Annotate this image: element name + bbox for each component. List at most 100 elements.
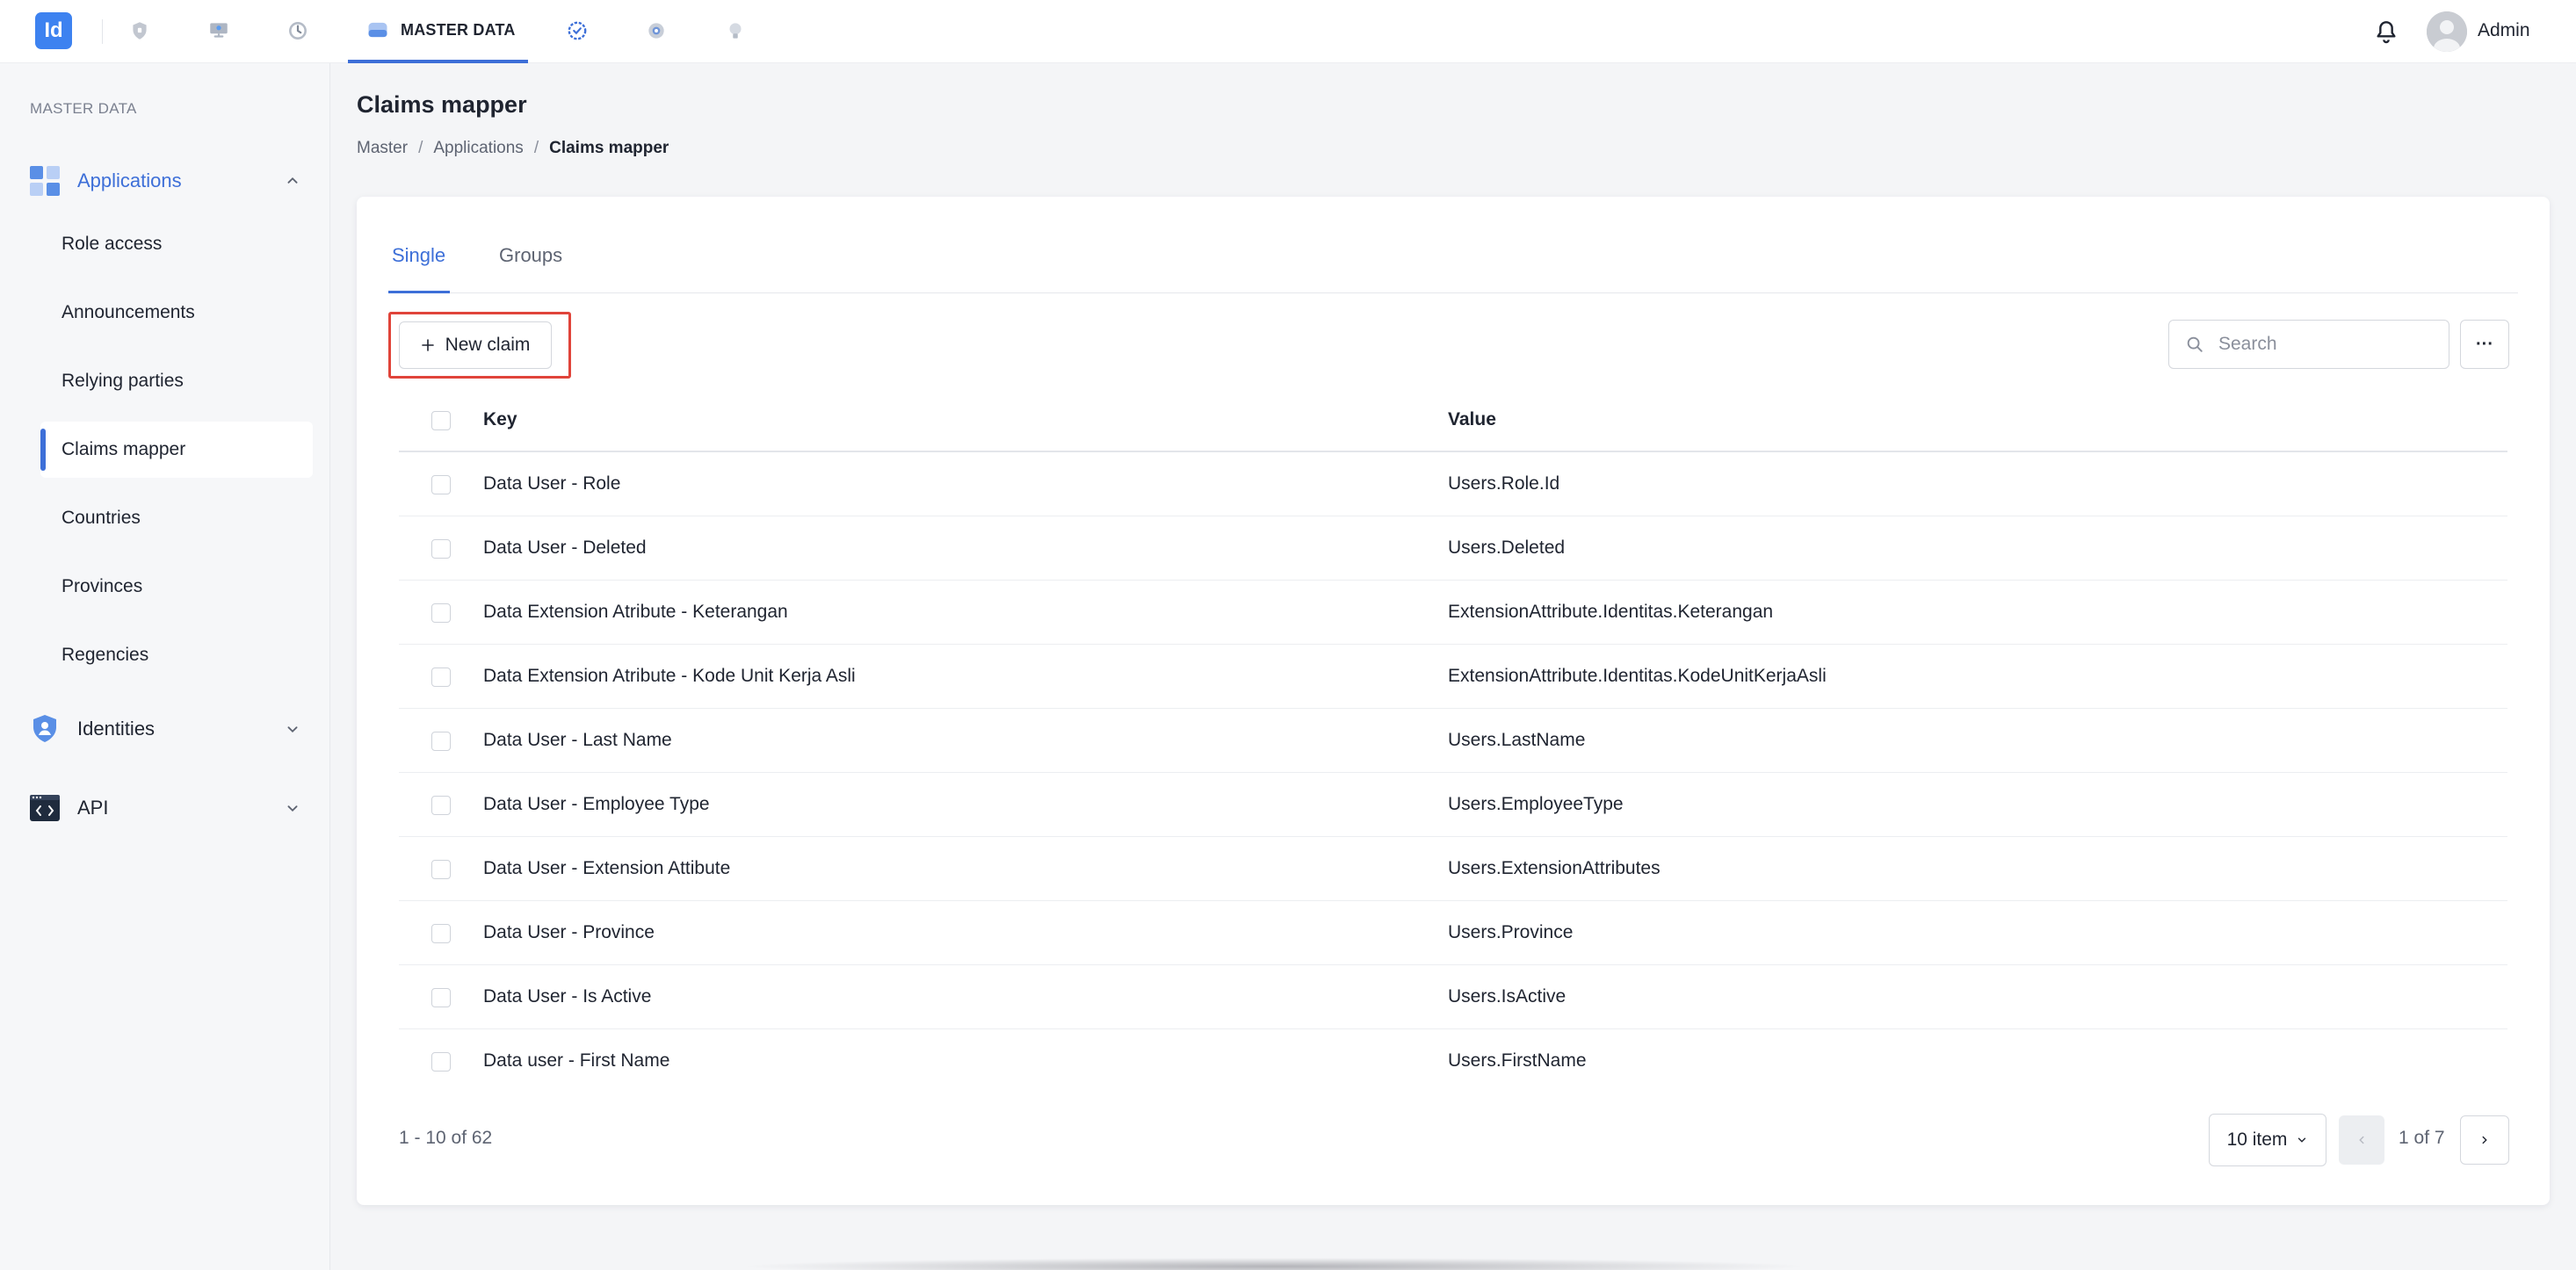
column-header-key[interactable]: Key bbox=[483, 409, 517, 430]
chevron-down-icon bbox=[2298, 1137, 2306, 1143]
row-checkbox[interactable] bbox=[431, 796, 451, 815]
page-title: Claims mapper bbox=[357, 91, 527, 118]
table-row[interactable]: Data User - Is Active Users.IsActive bbox=[399, 965, 2507, 1029]
new-claim-button[interactable]: New claim bbox=[399, 321, 552, 369]
sidebar-group-label: Applications bbox=[77, 170, 182, 191]
plus-icon bbox=[421, 339, 434, 351]
table-row[interactable]: Data User - Employee Type Users.Employee… bbox=[399, 773, 2507, 837]
cell-value: ExtensionAttribute.Identitas.KodeUnitKer… bbox=[1448, 666, 1827, 686]
sidebar-group-label: API bbox=[77, 797, 109, 819]
grid-apps-icon bbox=[28, 164, 62, 198]
breadcrumb-separator: / bbox=[533, 139, 539, 157]
select-all-checkbox[interactable] bbox=[431, 411, 451, 430]
row-checkbox[interactable] bbox=[431, 860, 451, 879]
items-per-page-select[interactable]: 10 item bbox=[2209, 1114, 2326, 1166]
sidebar-section-label: MASTER DATA bbox=[30, 100, 137, 117]
sidebar-item-claims-mapper[interactable]: Claims mapper bbox=[40, 422, 313, 478]
search-icon bbox=[2187, 336, 2203, 352]
items-per-page-value: 10 item bbox=[2226, 1129, 2288, 1150]
cell-value: Users.ExtensionAttributes bbox=[1448, 858, 1661, 878]
chevron-up-icon bbox=[287, 177, 298, 184]
chevron-down-icon bbox=[287, 726, 298, 733]
sidebar-item-relying-parties[interactable]: Relying parties bbox=[40, 353, 313, 409]
cell-value: Users.EmployeeType bbox=[1448, 794, 1624, 814]
sidebar-item-countries[interactable]: Countries bbox=[40, 490, 313, 546]
database-icon bbox=[368, 22, 387, 38]
tab-groups[interactable]: Groups bbox=[499, 242, 562, 293]
check-circle-icon[interactable] bbox=[562, 16, 592, 46]
table-row[interactable]: Data user - First Name Users.FirstName bbox=[399, 1029, 2507, 1093]
lightbulb-icon[interactable] bbox=[720, 16, 750, 46]
sidebar-item-regencies[interactable]: Regencies bbox=[40, 627, 313, 683]
desktop-user-icon[interactable] bbox=[204, 16, 234, 46]
tab-master-data[interactable]: MASTER DATA bbox=[348, 0, 528, 63]
table-header: Key Value bbox=[399, 388, 2507, 452]
cell-key: Data User - Is Active bbox=[483, 986, 652, 1007]
row-checkbox[interactable] bbox=[431, 475, 451, 494]
row-checkbox[interactable] bbox=[431, 603, 451, 623]
pagination-range: 1 - 10 of 62 bbox=[399, 1128, 493, 1148]
sidebar-item-role-access[interactable]: Role access bbox=[40, 216, 313, 272]
breadcrumb-item[interactable]: Applications bbox=[433, 139, 523, 158]
search-input[interactable] bbox=[2218, 334, 2438, 355]
cell-key: Data User - Extension Attibute bbox=[483, 858, 731, 878]
avatar[interactable] bbox=[2427, 11, 2467, 52]
user-name[interactable]: Admin bbox=[2478, 20, 2530, 41]
cell-value: Users.Deleted bbox=[1448, 538, 1566, 558]
table-row[interactable]: Data Extension Atribute - Kode Unit Kerj… bbox=[399, 645, 2507, 709]
shield-icon[interactable] bbox=[125, 16, 155, 46]
cell-value: Users.LastName bbox=[1448, 730, 1586, 750]
row-checkbox[interactable] bbox=[431, 924, 451, 943]
cell-value: Users.Province bbox=[1448, 922, 1574, 942]
bell-icon[interactable] bbox=[2372, 18, 2400, 46]
sidebar-item-announcements[interactable]: Announcements bbox=[40, 285, 313, 341]
claims-table: Key Value Data User - Role Users.Role.Id… bbox=[399, 388, 2507, 1093]
cell-key: Data User - Employee Type bbox=[483, 794, 710, 814]
tab-master-data-label: MASTER DATA bbox=[401, 20, 516, 39]
previous-page-button[interactable] bbox=[2339, 1115, 2384, 1165]
new-claim-label: New claim bbox=[445, 335, 531, 355]
tab-single[interactable]: Single bbox=[388, 242, 450, 293]
breadcrumb-current: Claims mapper bbox=[549, 139, 669, 157]
chevron-left-icon bbox=[2359, 1136, 2364, 1144]
history-icon[interactable] bbox=[283, 16, 313, 46]
page-indicator: 1 of 7 bbox=[2399, 1128, 2445, 1148]
table-row[interactable]: Data User - Last Name Users.LastName bbox=[399, 709, 2507, 773]
row-checkbox[interactable] bbox=[431, 667, 451, 687]
cell-key: Data user - First Name bbox=[483, 1050, 670, 1071]
row-checkbox[interactable] bbox=[431, 539, 451, 559]
table-row[interactable]: Data User - Deleted Users.Deleted bbox=[399, 516, 2507, 581]
search-box[interactable] bbox=[2168, 320, 2449, 369]
chevron-down-icon bbox=[287, 805, 298, 812]
identity-shield-icon bbox=[28, 712, 62, 746]
cell-value: Users.FirstName bbox=[1448, 1050, 1587, 1071]
breadcrumb-item[interactable]: Master bbox=[357, 139, 408, 158]
row-checkbox[interactable] bbox=[431, 1052, 451, 1072]
app-logo[interactable]: Id bbox=[35, 12, 72, 49]
row-checkbox[interactable] bbox=[431, 988, 451, 1007]
sidebar-group-api[interactable]: API bbox=[28, 787, 302, 829]
cell-key: Data Extension Atribute - Keterangan bbox=[483, 602, 788, 622]
sidebar-item-provinces[interactable]: Provinces bbox=[40, 559, 313, 615]
chevron-right-icon bbox=[2482, 1136, 2487, 1144]
table-row[interactable]: Data Extension Atribute - Keterangan Ext… bbox=[399, 581, 2507, 645]
table-row[interactable]: Data User - Role Users.Role.Id bbox=[399, 452, 2507, 516]
cell-key: Data User - Role bbox=[483, 473, 621, 494]
more-options-button[interactable]: ··· bbox=[2460, 320, 2509, 369]
column-header-value[interactable]: Value bbox=[1448, 409, 1496, 430]
row-checkbox[interactable] bbox=[431, 732, 451, 751]
content-card: Single Groups New claim ··· Key Value Da… bbox=[357, 197, 2550, 1205]
sidebar: MASTER DATA Applications Role access Ann… bbox=[0, 63, 330, 1270]
gear-icon[interactable] bbox=[641, 16, 671, 46]
tab-bar: Single Groups bbox=[388, 242, 2518, 293]
top-bar: Id MASTER DATA Admin bbox=[0, 0, 2576, 63]
divider bbox=[102, 19, 103, 44]
cell-key: Data Extension Atribute - Kode Unit Kerj… bbox=[483, 666, 856, 686]
code-window-icon bbox=[28, 791, 62, 825]
cell-key: Data User - Province bbox=[483, 922, 655, 942]
table-row[interactable]: Data User - Province Users.Province bbox=[399, 901, 2507, 965]
sidebar-group-applications[interactable]: Applications bbox=[28, 160, 302, 202]
next-page-button[interactable] bbox=[2460, 1115, 2509, 1165]
table-row[interactable]: Data User - Extension Attibute Users.Ext… bbox=[399, 837, 2507, 901]
sidebar-group-identities[interactable]: Identities bbox=[28, 708, 302, 750]
